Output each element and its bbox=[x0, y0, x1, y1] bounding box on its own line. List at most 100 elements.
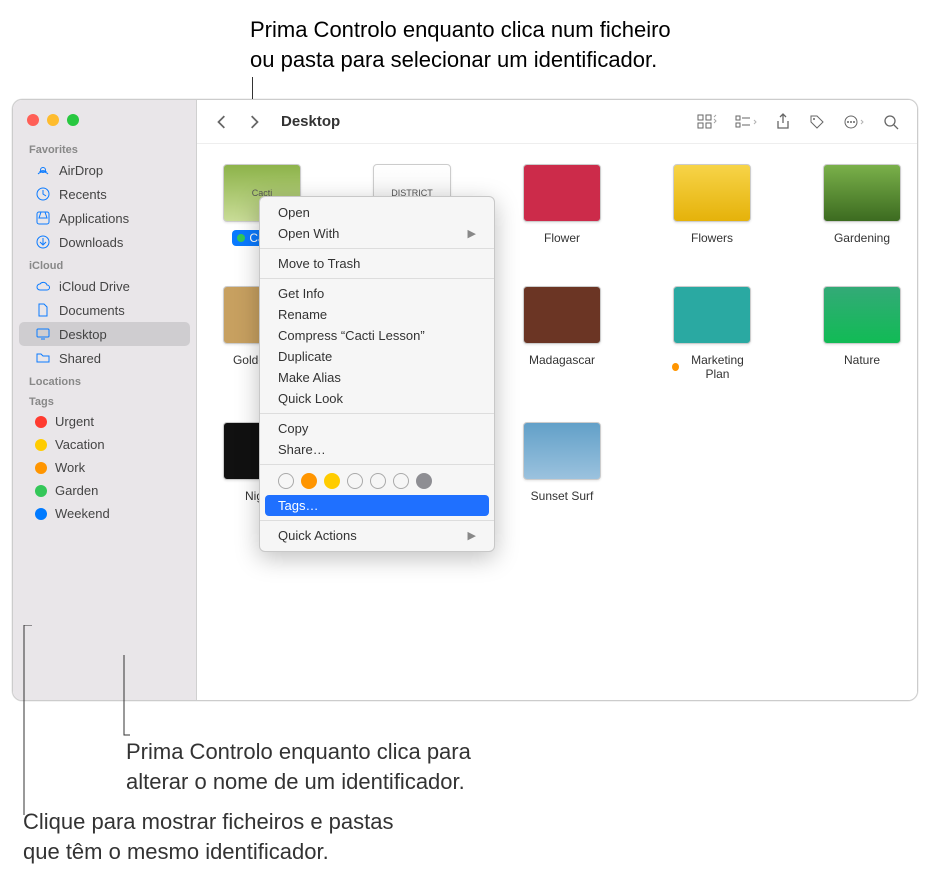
tags-button[interactable] bbox=[805, 112, 829, 132]
file-thumbnail bbox=[673, 286, 751, 344]
callout-rename-tag: Prima Controlo enquanto clica para alter… bbox=[126, 737, 471, 796]
tag-circle-empty[interactable] bbox=[393, 473, 409, 489]
tag-dot-icon bbox=[672, 363, 679, 371]
sidebar-item-label: AirDrop bbox=[59, 163, 103, 178]
sidebar-item-documents[interactable]: Documents bbox=[19, 298, 190, 322]
forward-button[interactable] bbox=[243, 113, 265, 131]
file-label: Flowers bbox=[686, 230, 738, 246]
menu-separator bbox=[260, 413, 494, 414]
file-item-sunset[interactable]: Sunset Surf bbox=[517, 422, 607, 504]
tag-circle-orange[interactable] bbox=[301, 473, 317, 489]
menu-label: Compress “Cacti Lesson” bbox=[278, 328, 425, 343]
menu-item-get-info[interactable]: Get Info bbox=[260, 283, 494, 304]
sidebar-item-desktop[interactable]: Desktop bbox=[19, 322, 190, 346]
menu-item-tags[interactable]: Tags… bbox=[265, 495, 489, 516]
menu-label: Quick Actions bbox=[278, 528, 357, 543]
callout-text: Prima Controlo enquanto clica num fichei… bbox=[250, 15, 671, 45]
file-item-flowers[interactable]: Flowers bbox=[667, 164, 757, 246]
tag-circle-gray[interactable] bbox=[416, 473, 432, 489]
share-button[interactable] bbox=[771, 111, 795, 133]
file-item-gardening[interactable]: Gardening bbox=[817, 164, 907, 246]
applications-icon bbox=[35, 210, 51, 226]
context-menu: Open Open With▶ Move to Trash Get Info R… bbox=[259, 196, 495, 552]
callout-top: Prima Controlo enquanto clica num fichei… bbox=[250, 15, 671, 74]
sidebar-item-icloud-drive[interactable]: iCloud Drive bbox=[19, 274, 190, 298]
tag-circle-empty[interactable] bbox=[370, 473, 386, 489]
sidebar: Favorites AirDrop Recents Applications D… bbox=[13, 100, 197, 700]
view-mode-button[interactable] bbox=[693, 112, 721, 132]
menu-item-share[interactable]: Share… bbox=[260, 439, 494, 460]
sidebar-tag-weekend[interactable]: Weekend bbox=[19, 502, 190, 525]
file-label: Flower bbox=[539, 230, 585, 246]
callout-text: Prima Controlo enquanto clica para bbox=[126, 737, 471, 767]
menu-label: Duplicate bbox=[278, 349, 332, 364]
sidebar-item-label: Weekend bbox=[55, 506, 110, 521]
menu-item-open[interactable]: Open bbox=[260, 202, 494, 223]
callout-leader-line bbox=[104, 655, 134, 745]
menu-item-copy[interactable]: Copy bbox=[260, 418, 494, 439]
sidebar-item-label: Downloads bbox=[59, 235, 123, 250]
menu-item-quick-actions[interactable]: Quick Actions▶ bbox=[260, 525, 494, 546]
menu-item-rename[interactable]: Rename bbox=[260, 304, 494, 325]
sidebar-tag-work[interactable]: Work bbox=[19, 456, 190, 479]
menu-item-compress[interactable]: Compress “Cacti Lesson” bbox=[260, 325, 494, 346]
file-label: Gardening bbox=[829, 230, 895, 246]
tag-circle-yellow[interactable] bbox=[324, 473, 340, 489]
menu-item-open-with[interactable]: Open With▶ bbox=[260, 223, 494, 244]
sidebar-section-icloud: iCloud bbox=[13, 258, 196, 274]
sidebar-item-label: Vacation bbox=[55, 437, 105, 452]
tag-circle-none[interactable] bbox=[278, 473, 294, 489]
main-area: Desktop Cacti Cacti L DISTRICT bbox=[197, 100, 917, 700]
tag-dot-icon bbox=[35, 485, 47, 497]
file-label: Marketing Plan bbox=[667, 352, 757, 382]
file-item-marketing[interactable]: Marketing Plan bbox=[667, 286, 757, 382]
menu-label: Open bbox=[278, 205, 310, 220]
sidebar-item-shared[interactable]: Shared bbox=[19, 346, 190, 370]
sidebar-tag-vacation[interactable]: Vacation bbox=[19, 433, 190, 456]
group-button[interactable] bbox=[731, 112, 761, 132]
sidebar-item-label: Urgent bbox=[55, 414, 94, 429]
file-item-nature[interactable]: Nature bbox=[817, 286, 907, 382]
sidebar-section-favorites: Favorites bbox=[13, 142, 196, 158]
file-thumbnail bbox=[673, 164, 751, 222]
sidebar-item-label: Desktop bbox=[59, 327, 107, 342]
back-button[interactable] bbox=[211, 113, 233, 131]
sidebar-section-locations: Locations bbox=[13, 374, 196, 390]
file-item-flower[interactable]: Flower bbox=[517, 164, 607, 246]
sidebar-item-airdrop[interactable]: AirDrop bbox=[19, 158, 190, 182]
search-button[interactable] bbox=[879, 112, 903, 132]
file-item-madagascar[interactable]: Madagascar bbox=[517, 286, 607, 382]
sidebar-item-downloads[interactable]: Downloads bbox=[19, 230, 190, 254]
cloud-icon bbox=[35, 278, 51, 294]
sidebar-tag-garden[interactable]: Garden bbox=[19, 479, 190, 502]
tag-circle-empty[interactable] bbox=[347, 473, 363, 489]
menu-item-make-alias[interactable]: Make Alias bbox=[260, 367, 494, 388]
sidebar-item-recents[interactable]: Recents bbox=[19, 182, 190, 206]
menu-label: Move to Trash bbox=[278, 256, 360, 271]
sidebar-item-label: iCloud Drive bbox=[59, 279, 130, 294]
sidebar-tag-urgent[interactable]: Urgent bbox=[19, 410, 190, 433]
close-window-button[interactable] bbox=[27, 114, 39, 126]
menu-label: Quick Look bbox=[278, 391, 343, 406]
zoom-window-button[interactable] bbox=[67, 114, 79, 126]
menu-item-quick-look[interactable]: Quick Look bbox=[260, 388, 494, 409]
file-thumbnail bbox=[823, 286, 901, 344]
sidebar-section-tags: Tags bbox=[13, 394, 196, 410]
menu-item-duplicate[interactable]: Duplicate bbox=[260, 346, 494, 367]
sidebar-item-label: Work bbox=[55, 460, 85, 475]
sidebar-item-applications[interactable]: Applications bbox=[19, 206, 190, 230]
file-label: Nature bbox=[839, 352, 885, 368]
more-button[interactable] bbox=[839, 112, 869, 132]
minimize-window-button[interactable] bbox=[47, 114, 59, 126]
airdrop-icon bbox=[35, 162, 51, 178]
tag-dot-icon bbox=[35, 416, 47, 428]
file-thumbnail bbox=[523, 422, 601, 480]
sidebar-item-label: Documents bbox=[59, 303, 125, 318]
callout-leader-line bbox=[14, 625, 34, 825]
chevron-right-icon: ▶ bbox=[468, 227, 476, 240]
menu-item-move-to-trash[interactable]: Move to Trash bbox=[260, 253, 494, 274]
menu-label: Make Alias bbox=[278, 370, 341, 385]
file-label: Sunset Surf bbox=[526, 488, 599, 504]
menu-separator bbox=[260, 248, 494, 249]
file-thumbnail bbox=[523, 286, 601, 344]
